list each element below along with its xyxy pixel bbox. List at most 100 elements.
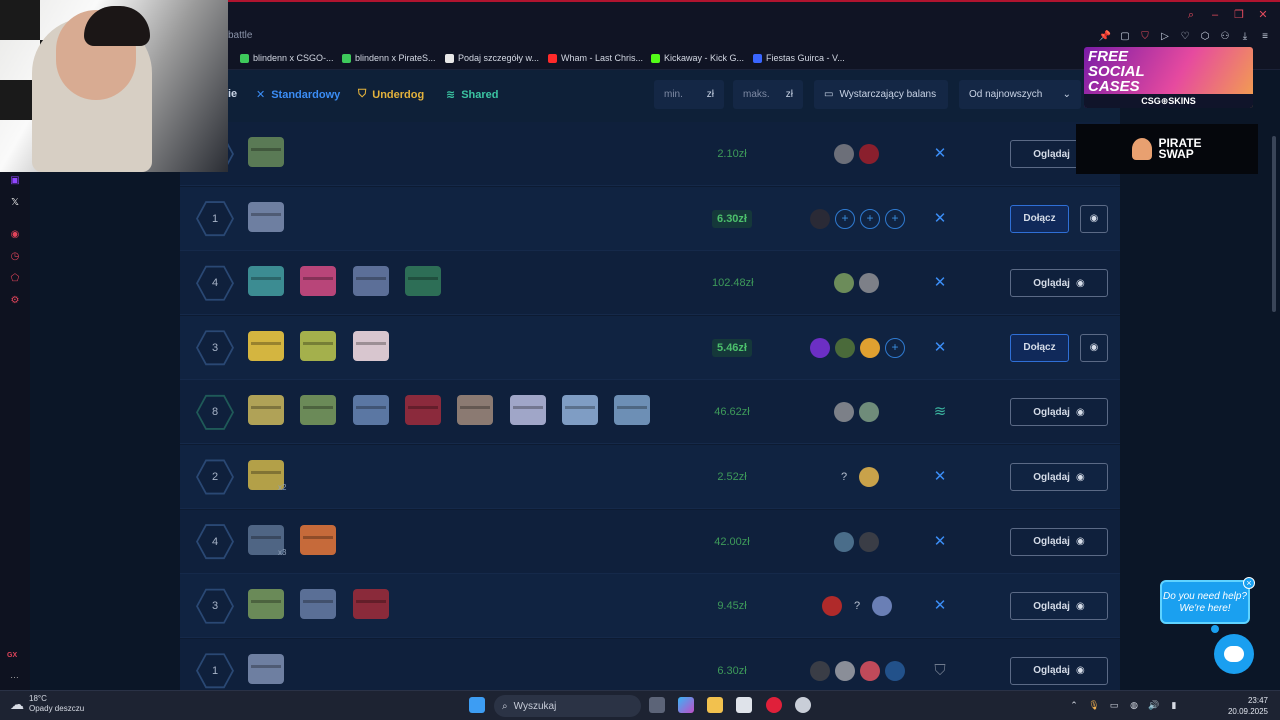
microphone-icon[interactable]: 🎙 — [1088, 699, 1100, 711]
join-slot-button[interactable]: + — [885, 337, 905, 358]
battle-row[interactable]: 4 x3 42.00zł ✕ Oglądaj ◉ — [180, 509, 1120, 574]
avatar[interactable] — [859, 402, 879, 423]
sort-select[interactable]: Od najnowszych ⌄ — [959, 80, 1081, 109]
avatar[interactable] — [834, 273, 854, 294]
extensions-icon[interactable]: ⬠ — [8, 272, 22, 286]
watch-button[interactable]: Oglądaj ◉ — [1010, 527, 1108, 556]
join-button[interactable]: Dołącz — [1010, 333, 1069, 362]
taskbar-clock[interactable]: 23:47 20.09.2025 — [1228, 695, 1268, 717]
taskbar-search[interactable]: ⌕ Wyszukaj — [494, 695, 641, 717]
settings-icon[interactable]: ⚙ — [8, 294, 22, 308]
help-bubble[interactable]: Do you need help? We're here! — [1160, 580, 1250, 624]
page-scrollbar[interactable] — [1272, 126, 1278, 690]
volume-icon[interactable]: 🔊 — [1148, 699, 1160, 711]
join-slot-button[interactable]: + — [860, 208, 880, 229]
chat-button[interactable] — [1214, 634, 1254, 674]
battle-row[interactable]: 4 102.48zł ✕ Oglądaj ◉ — [180, 251, 1120, 316]
user-icon[interactable]: ⚇ — [1218, 30, 1232, 44]
avatar[interactable] — [810, 660, 830, 681]
display-icon[interactable]: ▭ — [1108, 699, 1120, 711]
watch-button[interactable]: Oglądaj ◉ — [1010, 656, 1108, 685]
restore-icon[interactable]: ❐ — [1232, 8, 1246, 22]
watch-button[interactable]: Oglądaj ◉ — [1010, 269, 1108, 298]
scroll-thumb[interactable] — [1272, 136, 1276, 312]
bookmark-item[interactable]: Podaj szczegóły w... — [445, 53, 539, 63]
battle-row[interactable]: 2.10zł✕Oglądaj◉ — [180, 122, 1120, 186]
play-icon[interactable]: ▷ — [1158, 30, 1172, 44]
opera-gx-icon[interactable] — [766, 697, 782, 713]
file-explorer-icon[interactable] — [707, 697, 723, 713]
app-icon[interactable] — [795, 697, 811, 713]
join-slot-button[interactable]: + — [835, 208, 855, 229]
watch-eye-button[interactable]: ◉ — [1080, 204, 1108, 233]
avatar[interactable] — [810, 337, 830, 358]
network-icon[interactable]: ◍ — [1128, 699, 1140, 711]
avatar[interactable] — [822, 596, 842, 617]
filter-all-partial[interactable]: ie — [228, 88, 237, 100]
bookmark-item[interactable]: blindenn x CSGO-... — [240, 53, 334, 63]
filter-underdog[interactable]: ⛉ Underdog — [358, 88, 424, 101]
filter-shared[interactable]: ≋ Shared — [446, 88, 499, 102]
snapshot-icon[interactable]: ▢ — [1118, 30, 1132, 44]
avatar[interactable] — [859, 273, 879, 294]
avatar[interactable] — [834, 402, 854, 423]
case-multiplier: x3 — [278, 547, 287, 557]
avatar[interactable] — [859, 531, 879, 552]
copilot-icon[interactable] — [678, 697, 694, 713]
more-icon[interactable]: … — [10, 670, 19, 680]
task-view-icon[interactable] — [649, 697, 665, 713]
min-price-input[interactable]: min. zł — [654, 80, 724, 109]
menu-icon[interactable]: ≡ — [1258, 30, 1272, 44]
balance-toggle[interactable]: ▭ Wystarczający balans — [814, 80, 948, 109]
windows-start-icon[interactable] — [469, 697, 485, 713]
battle-row[interactable]: 8 46.62zł ≋ Oglądaj ◉ — [180, 380, 1120, 445]
tab-title[interactable]: battle — [228, 30, 252, 41]
avatar[interactable] — [860, 337, 880, 358]
pirateswap-ad-banner[interactable]: PIRATE SWAP — [1076, 124, 1258, 174]
watch-eye-button[interactable]: ◉ — [1080, 333, 1108, 362]
x-icon[interactable]: 𝕏 — [8, 196, 22, 210]
bookmark-item[interactable]: blindenn x PirateS... — [342, 53, 436, 63]
max-price-input[interactable]: maks. zł — [733, 80, 803, 109]
avatar[interactable] — [859, 144, 879, 164]
pin-icon[interactable]: 📌 — [1098, 30, 1112, 44]
store-icon[interactable] — [736, 697, 752, 713]
bookmark-item[interactable]: Kickaway - Kick G... — [651, 53, 744, 63]
avatar[interactable] — [872, 596, 892, 617]
avatar[interactable] — [834, 531, 854, 552]
history-icon[interactable]: ◷ — [8, 250, 22, 264]
twitch-icon[interactable]: ▣ — [8, 174, 22, 188]
shield-icon[interactable]: ⛉ — [1138, 30, 1152, 44]
player-icon[interactable]: ◉ — [8, 228, 22, 242]
close-icon[interactable]: ✕ — [1256, 8, 1270, 22]
battle-row[interactable]: 3 9.45zł? ✕ Oglądaj ◉ — [180, 574, 1120, 639]
avatar[interactable] — [859, 467, 879, 487]
avatar[interactable] — [834, 144, 854, 164]
cube-icon[interactable]: ⬡ — [1198, 30, 1212, 44]
battle-row[interactable]: 3 5.46zł + ✕ Dołącz ◉ — [180, 315, 1120, 380]
bookmark-item[interactable]: Fiestas Guirca - V... — [753, 53, 845, 63]
watch-button[interactable]: Oglądaj ◉ — [1010, 592, 1108, 621]
download-icon[interactable]: ⤓ — [1238, 30, 1252, 44]
battle-row[interactable]: 2 x2 2.52zł? ✕ Oglądaj ◉ — [180, 445, 1120, 509]
watch-button[interactable]: Oglądaj ◉ — [1010, 463, 1108, 491]
avatar[interactable] — [885, 660, 905, 681]
close-icon[interactable]: × — [1243, 577, 1255, 589]
avatar[interactable] — [860, 660, 880, 681]
join-button[interactable]: Dołącz — [1010, 204, 1069, 233]
minimize-icon[interactable]: – — [1208, 8, 1222, 22]
search-icon[interactable]: ⌕ — [1184, 8, 1198, 22]
join-slot-button[interactable]: + — [885, 208, 905, 229]
filter-standard[interactable]: ✕ Standardowy — [256, 88, 340, 102]
csgoskins-ad-banner[interactable]: FREE SOCIAL CASES CSG⊕SKINS — [1084, 47, 1253, 108]
bookmark-item[interactable]: Wham - Last Chris... — [548, 53, 643, 63]
chevron-up-icon[interactable]: ⌃ — [1068, 699, 1080, 711]
battery-icon[interactable]: ▮ — [1168, 699, 1180, 711]
battle-row[interactable]: 1 6.30zł + + + ✕ Dołącz ◉ — [180, 186, 1120, 251]
watch-button[interactable]: Oglądaj ◉ — [1010, 398, 1108, 427]
avatar[interactable] — [835, 660, 855, 681]
avatar[interactable] — [810, 208, 830, 229]
heart-icon[interactable]: ♡ — [1178, 30, 1192, 44]
avatar[interactable] — [835, 337, 855, 358]
weather-widget[interactable]: ☁ 18°C Opady deszczu — [10, 694, 84, 714]
